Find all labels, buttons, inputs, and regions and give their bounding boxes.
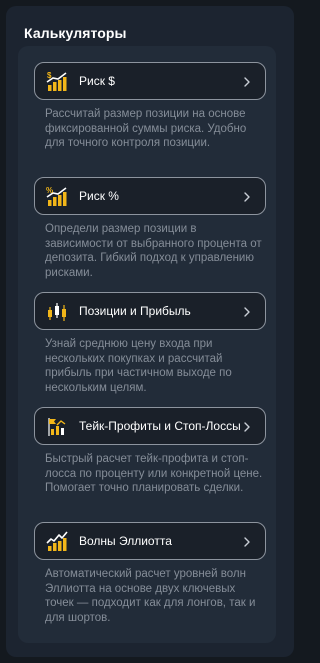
risk-percent-button[interactable]: % Риск % <box>34 177 266 215</box>
elliott-waves-description: Автоматический расчет уровней волн Эллио… <box>45 568 256 624</box>
chevron-right-icon <box>240 305 254 319</box>
calculator-item-risk-dollar: $ Риск $ Рассчитай размер позиции на осн… <box>34 62 266 151</box>
chevron-right-icon <box>240 420 254 434</box>
tp-sl-button[interactable]: Тейк-Профиты и Стоп-Лоссы <box>34 407 266 445</box>
risk-percent-label: Риск % <box>79 189 119 203</box>
risk-percent-description: Определи размер позиции в зависимости от… <box>45 223 262 279</box>
risk-dollar-label: Риск $ <box>79 74 115 88</box>
elliott-waves-icon <box>45 530 69 554</box>
calculator-item-risk-percent: % Риск % Определи размер позиции в завис… <box>34 177 266 280</box>
chevron-right-icon <box>240 75 254 89</box>
svg-text:$: $ <box>47 71 52 80</box>
positions-profit-label: Позиции и Прибыль <box>79 304 191 318</box>
chevron-right-icon <box>240 190 254 204</box>
panel-title: Калькуляторы <box>24 25 127 41</box>
chart-dollar-icon: $ <box>45 70 69 94</box>
calculator-item-positions-profit: Позиции и Прибыль Узнай среднюю цену вхо… <box>34 292 266 395</box>
tp-sl-label: Тейк-Профиты и Стоп-Лоссы <box>79 419 241 433</box>
positions-profit-description: Узнай среднюю цену входа при нескольких … <box>45 338 232 394</box>
calculator-item-tp-sl: Тейк-Профиты и Стоп-Лоссы Быстрый расчет… <box>34 407 266 496</box>
elliott-waves-button[interactable]: Волны Эллиотта <box>34 522 266 560</box>
take-profit-stop-loss-icon <box>45 415 69 439</box>
chevron-right-icon <box>240 535 254 549</box>
risk-dollar-description: Рассчитай размер позиции на основе фикси… <box>45 108 247 149</box>
svg-text:%: % <box>46 186 53 195</box>
candlestick-icon <box>45 300 69 324</box>
calculator-item-elliott-waves: Волны Эллиотта Автоматический расчет уро… <box>34 522 266 625</box>
tp-sl-description: Быстрый расчет тейк-профита и стоп-лосса… <box>45 453 263 494</box>
elliott-waves-label: Волны Эллиотта <box>79 534 172 548</box>
positions-profit-button[interactable]: Позиции и Прибыль <box>34 292 266 330</box>
risk-dollar-button[interactable]: $ Риск $ <box>34 62 266 100</box>
chart-percent-icon: % <box>45 185 69 209</box>
